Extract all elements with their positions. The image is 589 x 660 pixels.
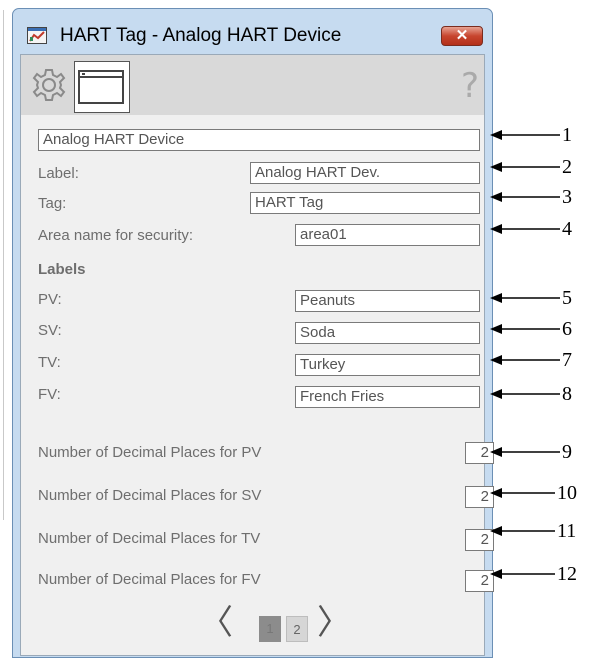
callout-arrowhead-1 xyxy=(490,130,502,140)
callout-arrowhead-2 xyxy=(490,162,502,172)
callout-arrowhead-11 xyxy=(490,526,502,536)
callout-9: 9 xyxy=(562,441,572,463)
callout-arrowhead-12 xyxy=(490,569,502,579)
callout-3: 3 xyxy=(562,186,572,208)
callout-11: 11 xyxy=(557,520,577,542)
callout-arrowhead-9 xyxy=(490,447,502,457)
callout-arrowhead-6 xyxy=(490,324,502,334)
callout-12: 12 xyxy=(557,563,577,585)
callout-arrows xyxy=(490,130,560,579)
callout-1: 1 xyxy=(562,124,572,146)
callout-arrowhead-4 xyxy=(490,224,502,234)
callout-7: 7 xyxy=(562,349,572,371)
callout-5: 5 xyxy=(562,287,572,309)
callout-4: 4 xyxy=(562,218,572,240)
callout-6: 6 xyxy=(562,318,572,340)
callout-arrowhead-5 xyxy=(490,293,502,303)
callout-8: 8 xyxy=(562,383,572,405)
callout-arrowhead-8 xyxy=(490,389,502,399)
callout-arrowhead-3 xyxy=(490,192,502,202)
callout-10: 10 xyxy=(557,482,577,504)
callout-arrowhead-10 xyxy=(490,488,502,498)
callout-arrowhead-7 xyxy=(490,355,502,365)
callout-2: 2 xyxy=(562,156,572,178)
